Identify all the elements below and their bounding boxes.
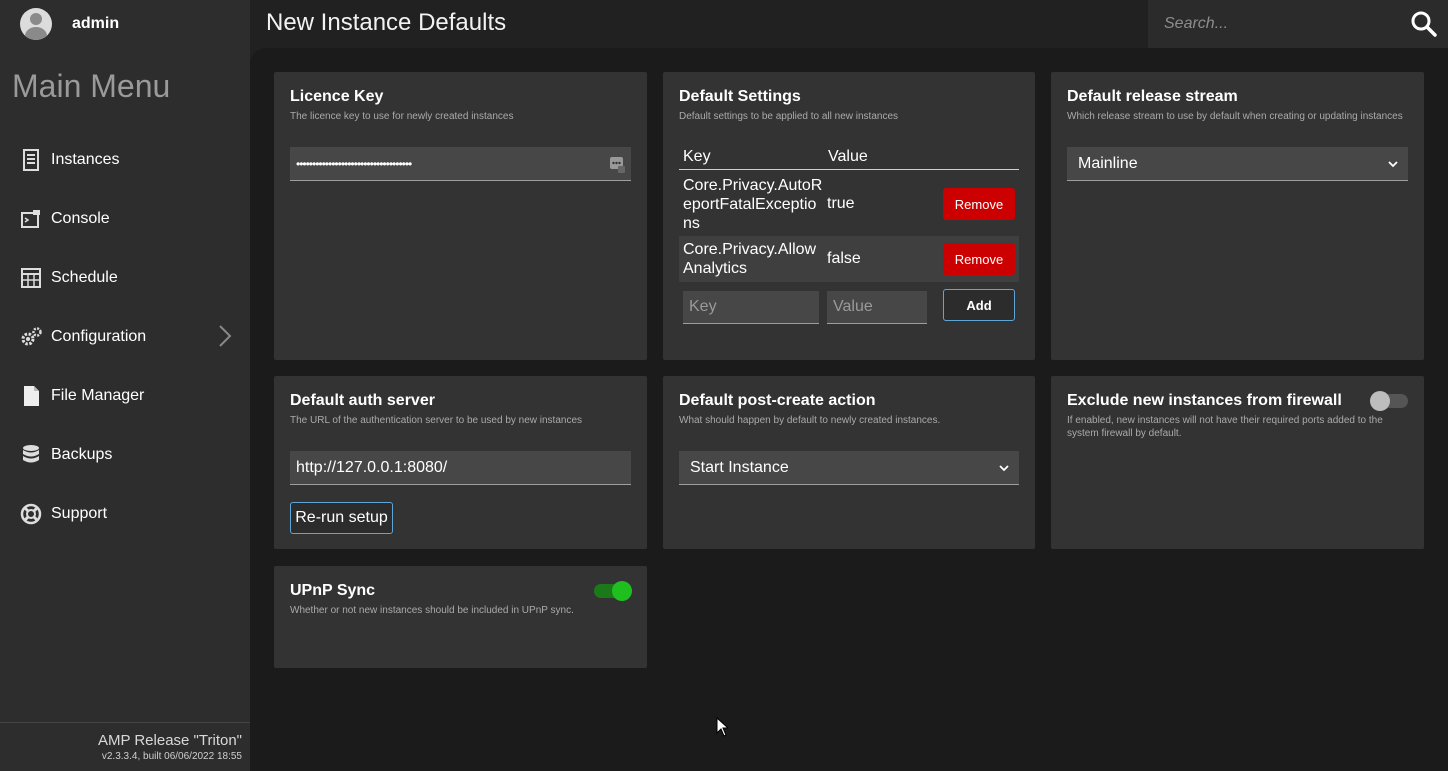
card-title: Default post-create action	[679, 392, 876, 409]
table-row: Core.Privacy.AutoReportFatalExceptions t…	[679, 176, 1019, 236]
card-title: Default Settings	[679, 88, 801, 105]
column-header-value: Value	[828, 148, 868, 165]
release-name: AMP Release "Triton"	[97, 732, 242, 749]
search-bar	[1148, 0, 1448, 48]
sidebar-footer: AMP Release "Triton" v2.3.3.4, built 06/…	[0, 722, 250, 762]
setting-value: false	[827, 250, 861, 267]
sidebar-item-configuration[interactable]: Configuration	[0, 307, 250, 366]
user-profile[interactable]: admin	[20, 8, 119, 40]
avatar	[20, 8, 52, 40]
firewall-card: Exclude new instances from firewall If e…	[1051, 376, 1424, 549]
sidebar-item-label: Instances	[51, 150, 120, 168]
sidebar-item-support[interactable]: Support	[0, 484, 250, 543]
selected-value: Start Instance	[690, 458, 789, 476]
schedule-icon	[20, 267, 42, 289]
rerun-setup-button[interactable]: Re-run setup	[290, 502, 393, 534]
auth-server-input[interactable]: http://127.0.0.1:8080/	[290, 451, 631, 485]
chevron-down-icon	[999, 465, 1009, 472]
card-subtitle: If enabled, new instances will not have …	[1067, 415, 1383, 439]
column-header-key: Key	[683, 148, 711, 165]
sidebar: admin Main Menu Instances Console Schedu…	[0, 0, 250, 771]
release-stream-select[interactable]: Mainline	[1067, 147, 1408, 181]
add-setting-button[interactable]: Add	[943, 289, 1015, 321]
sidebar-item-label: Schedule	[51, 268, 118, 286]
remove-button[interactable]: Remove	[943, 243, 1015, 275]
setting-key: Core.Privacy.AutoReportFatalExceptions	[683, 177, 823, 232]
remove-button[interactable]: Remove	[943, 188, 1015, 220]
upnp-sync-card: UPnP Sync Whether or not new instances s…	[274, 566, 647, 668]
username: admin	[72, 15, 120, 32]
card-subtitle: Default settings to be applied to all ne…	[679, 111, 899, 122]
post-create-select[interactable]: Start Instance	[679, 451, 1019, 485]
file-icon	[20, 385, 42, 407]
licence-key-input[interactable]: ••••••••••••••••••••••••••••••••••••	[290, 147, 631, 181]
auth-server-card: Default auth server The URL of the authe…	[274, 376, 647, 549]
gears-icon	[20, 326, 42, 348]
sidebar-item-console[interactable]: Console	[0, 189, 250, 248]
post-create-card: Default post-create action What should h…	[663, 376, 1035, 549]
instances-icon	[20, 148, 42, 171]
new-key-input[interactable]: Key	[683, 291, 819, 324]
card-subtitle: The URL of the authentication server to …	[290, 415, 583, 426]
page-title: New Instance Defaults	[266, 9, 507, 36]
new-value-input[interactable]: Value	[827, 291, 927, 324]
sidebar-item-schedule[interactable]: Schedule	[0, 248, 250, 307]
lifebuoy-icon	[20, 503, 42, 525]
sidebar-item-label: Support	[51, 504, 108, 522]
setting-key: Core.Privacy.AllowAnalytics	[683, 241, 817, 277]
settings-table-header: Key Value	[679, 148, 1019, 170]
build-info: v2.3.3.4, built 06/06/2022 18:55	[101, 751, 242, 762]
mouse-cursor-icon	[716, 717, 728, 737]
card-title: Licence Key	[290, 88, 384, 105]
card-subtitle: Whether or not new instances should be i…	[290, 605, 574, 616]
sidebar-item-backups[interactable]: Backups	[0, 425, 250, 484]
setting-value: true	[827, 195, 855, 212]
card-title: UPnP Sync	[290, 582, 376, 599]
upnp-toggle[interactable]	[594, 581, 632, 601]
firewall-toggle[interactable]	[1370, 391, 1408, 411]
card-title: Exclude new instances from firewall	[1067, 392, 1342, 409]
card-subtitle: Which release stream to use by default w…	[1067, 111, 1403, 122]
database-icon	[20, 444, 42, 466]
sidebar-item-label: Configuration	[51, 327, 147, 345]
card-title: Default release stream	[1067, 88, 1238, 105]
selected-value: Mainline	[1078, 154, 1138, 172]
sidebar-item-label: Console	[51, 209, 110, 227]
table-row: Core.Privacy.AllowAnalytics false Remove	[679, 236, 1019, 282]
default-settings-card: Default Settings Default settings to be …	[663, 72, 1035, 360]
release-stream-card: Default release stream Which release str…	[1051, 72, 1424, 360]
search-input[interactable]	[1148, 0, 1398, 48]
sidebar-nav: Instances Console Schedule Configuration	[0, 130, 250, 543]
sidebar-item-label: Backups	[51, 445, 113, 463]
main-content: Licence Key The licence key to use for n…	[250, 48, 1448, 771]
sidebar-item-label: File Manager	[51, 386, 145, 404]
search-icon[interactable]	[1410, 10, 1438, 38]
console-icon	[20, 208, 42, 230]
card-subtitle: What should happen by default to newly c…	[679, 415, 941, 426]
menu-title: Main Menu	[12, 68, 171, 104]
card-title: Default auth server	[290, 392, 435, 409]
password-manager-icon[interactable]	[609, 155, 625, 173]
chevron-down-icon	[1388, 161, 1398, 168]
sidebar-item-file-manager[interactable]: File Manager	[0, 366, 250, 425]
sidebar-item-instances[interactable]: Instances	[0, 130, 250, 189]
card-subtitle: The licence key to use for newly created…	[290, 111, 514, 122]
chevron-right-icon	[219, 325, 232, 347]
licence-key-card: Licence Key The licence key to use for n…	[274, 72, 647, 360]
